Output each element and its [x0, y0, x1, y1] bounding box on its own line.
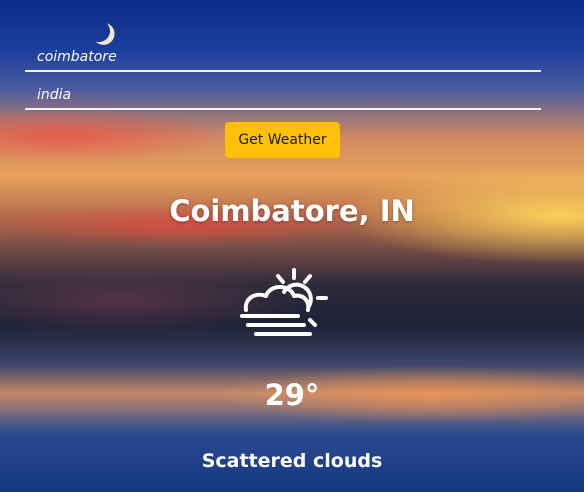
weather-description: Scattered clouds [201, 450, 383, 472]
moon-decoration [86, 18, 111, 43]
location-title: Coimbatore, IN [169, 194, 415, 228]
partly-cloudy-sun-icon [234, 266, 330, 346]
country-input[interactable] [25, 82, 541, 110]
temperature-value: 29° [264, 378, 320, 412]
get-weather-button[interactable]: Get Weather [225, 122, 340, 158]
city-input[interactable] [25, 44, 541, 72]
